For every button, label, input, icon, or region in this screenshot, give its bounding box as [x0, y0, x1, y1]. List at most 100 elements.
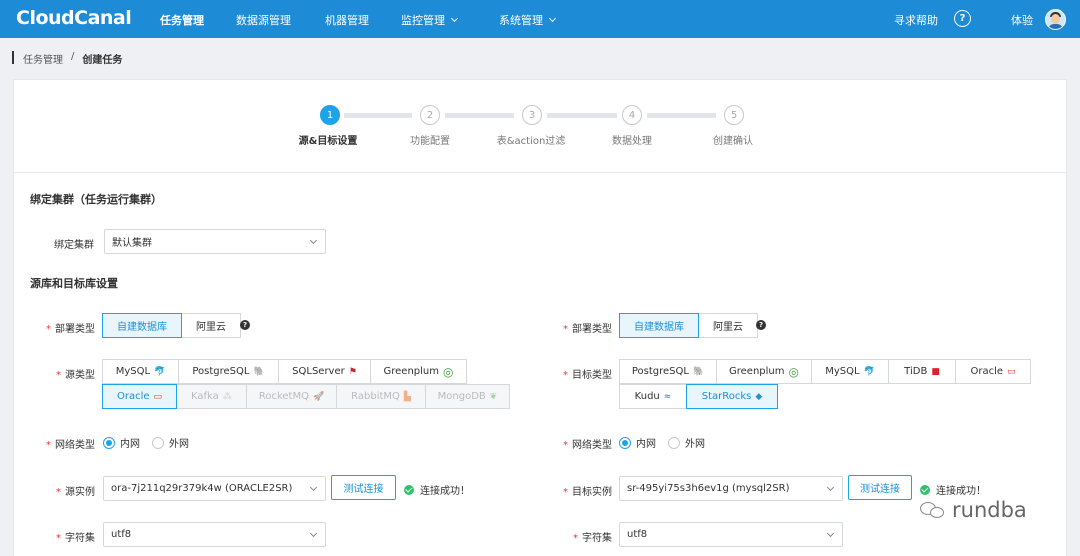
- tile-label: SQLServer: [292, 366, 345, 377]
- radio-internet[interactable]: [152, 436, 164, 449]
- label-text: 目标类型: [572, 370, 612, 381]
- radio-intranet[interactable]: [103, 436, 115, 449]
- status-text: 连接成功！: [420, 486, 470, 497]
- status-text: 连接成功！: [936, 486, 986, 497]
- target-charset-label: * 字符集: [573, 529, 612, 544]
- source-network-radios: 内网 外网: [103, 435, 201, 450]
- source-instance-select[interactable]: ora-7j211q29r379k4w (ORACLE2SR): [103, 476, 326, 501]
- postgresql-icon: 🐘: [692, 366, 705, 377]
- source-type-sqlserver[interactable]: SQLServer ⚑: [278, 359, 371, 384]
- radio-label[interactable]: 内网: [120, 435, 140, 450]
- mysql-icon: 🐬: [154, 366, 166, 377]
- db-section-title: 源库和目标库设置: [30, 277, 118, 290]
- help-circle-icon[interactable]: ?: [756, 320, 766, 330]
- app-logo[interactable]: CloudCanal: [16, 7, 132, 29]
- target-type-mysql[interactable]: MySQL 🐬: [811, 359, 889, 384]
- source-charset-select[interactable]: utf8: [103, 522, 326, 547]
- help-circle-icon[interactable]: ?: [954, 10, 971, 27]
- target-type-postgresql[interactable]: PostgreSQL 🐘: [619, 359, 717, 384]
- tile-label: MySQL: [825, 366, 860, 377]
- tile-label: RabbitMQ: [351, 391, 400, 402]
- label-text: 部署类型: [55, 324, 95, 335]
- target-instance-select[interactable]: sr-495yi75s3h6ev1g (mysql2SR): [619, 476, 843, 501]
- target-type-tidb[interactable]: TiDB ■: [888, 359, 956, 384]
- chevron-down-icon: [309, 236, 318, 245]
- label-text: 目标实例: [572, 487, 612, 498]
- target-test-connection-button[interactable]: 测试连接: [848, 475, 912, 500]
- chevron-down-icon: [826, 483, 835, 492]
- avatar[interactable]: [1045, 9, 1066, 30]
- source-test-connection-button[interactable]: 测试连接: [331, 475, 396, 500]
- target-deploy-self-hosted[interactable]: 自建数据库: [619, 313, 699, 338]
- target-deploy-aliyun[interactable]: 阿里云: [698, 313, 758, 338]
- required-mark: *: [56, 533, 61, 544]
- target-type-oracle[interactable]: Oracle ▭: [955, 359, 1031, 384]
- help-link[interactable]: 寻求帮助: [894, 12, 938, 28]
- radio-label[interactable]: 内网: [636, 435, 656, 450]
- label-text: 部署类型: [572, 324, 612, 335]
- label-text: 网络类型: [55, 440, 95, 451]
- step-5-label: 创建确认: [713, 136, 753, 147]
- target-type-starrocks[interactable]: StarRocks ◆: [686, 384, 778, 409]
- source-instance-label: * 源实例: [56, 483, 95, 498]
- tile-label: Kafka: [191, 391, 219, 402]
- breadcrumb-separator: /: [71, 51, 75, 62]
- radio-internet[interactable]: [668, 436, 680, 449]
- nav-machine-management[interactable]: 机器管理: [325, 12, 369, 28]
- label-text: 字符集: [65, 533, 95, 544]
- step-connector: [547, 113, 617, 118]
- target-charset-value: utf8: [627, 529, 648, 540]
- cluster-select[interactable]: 默认集群: [104, 229, 326, 254]
- nav-monitor-management[interactable]: 监控管理: [401, 12, 459, 28]
- source-type-postgresql[interactable]: PostgreSQL 🐘: [178, 359, 279, 384]
- radio-label[interactable]: 外网: [169, 435, 189, 450]
- source-type-oracle[interactable]: Oracle ▭: [102, 384, 177, 409]
- source-charset-value: utf8: [111, 529, 132, 540]
- source-network-label: * 网络类型: [46, 436, 95, 451]
- source-instance-value: ora-7j211q29r379k4w (ORACLE2SR): [111, 483, 293, 494]
- rabbitmq-icon: ▙: [403, 391, 411, 402]
- breadcrumb-root[interactable]: 任务管理: [23, 51, 63, 66]
- chevron-down-icon: [309, 483, 318, 492]
- radio-label[interactable]: 外网: [685, 435, 705, 450]
- radio-intranet[interactable]: [619, 436, 631, 449]
- target-charset-select[interactable]: utf8: [619, 522, 843, 547]
- chevron-down-icon: [826, 529, 835, 538]
- source-charset-label: * 字符集: [56, 529, 95, 544]
- step-1-label: 源&目标设置: [298, 136, 358, 147]
- label-text: 源类型: [65, 370, 95, 381]
- source-type-rocketmq: RocketMQ 🚀: [246, 384, 337, 409]
- step-5-circle: 5: [724, 105, 744, 125]
- source-type-label: * 源类型: [56, 366, 95, 381]
- user-name[interactable]: 体验: [1011, 12, 1033, 28]
- top-nav-bar: CloudCanal 任务管理 数据源管理 机器管理 监控管理 系统管理 寻求帮…: [0, 0, 1080, 38]
- nav-label: 监控管理: [401, 14, 445, 27]
- source-type-mongodb: MongoDB ❦: [425, 384, 510, 409]
- postgresql-icon: 🐘: [253, 366, 265, 377]
- target-instance-label: * 目标实例: [563, 483, 612, 498]
- target-connection-status: 连接成功！: [920, 482, 986, 497]
- nav-task-management[interactable]: 任务管理: [160, 12, 204, 28]
- target-network-label: * 网络类型: [563, 436, 612, 451]
- cluster-label: 绑定集群: [54, 240, 94, 251]
- target-type-kudu[interactable]: Kudu ≈: [619, 384, 687, 409]
- chevron-down-icon: [450, 14, 459, 23]
- help-circle-icon[interactable]: ?: [240, 320, 250, 330]
- source-type-greenplum[interactable]: Greenplum ◎: [370, 359, 467, 384]
- tile-label: Oracle: [116, 391, 150, 402]
- required-mark: *: [46, 440, 51, 451]
- nav-system-management[interactable]: 系统管理: [499, 12, 557, 28]
- source-deploy-aliyun[interactable]: 阿里云: [181, 313, 241, 338]
- label-text: 网络类型: [572, 440, 612, 451]
- step-3-circle: 3: [522, 105, 542, 125]
- label-text: 源实例: [65, 487, 95, 498]
- target-type-greenplum[interactable]: Greenplum ◎: [716, 359, 812, 384]
- kudu-icon: ≈: [663, 391, 672, 402]
- source-type-mysql[interactable]: MySQL 🐬: [102, 359, 179, 384]
- tile-label: Oracle: [970, 366, 1004, 377]
- target-deploy-segment: 自建数据库 阿里云: [619, 313, 758, 338]
- source-deploy-self-hosted[interactable]: 自建数据库: [102, 313, 182, 338]
- target-deploy-label: * 部署类型: [563, 320, 612, 335]
- nav-datasource-management[interactable]: 数据源管理: [236, 12, 291, 28]
- nav-label: 机器管理: [325, 14, 369, 27]
